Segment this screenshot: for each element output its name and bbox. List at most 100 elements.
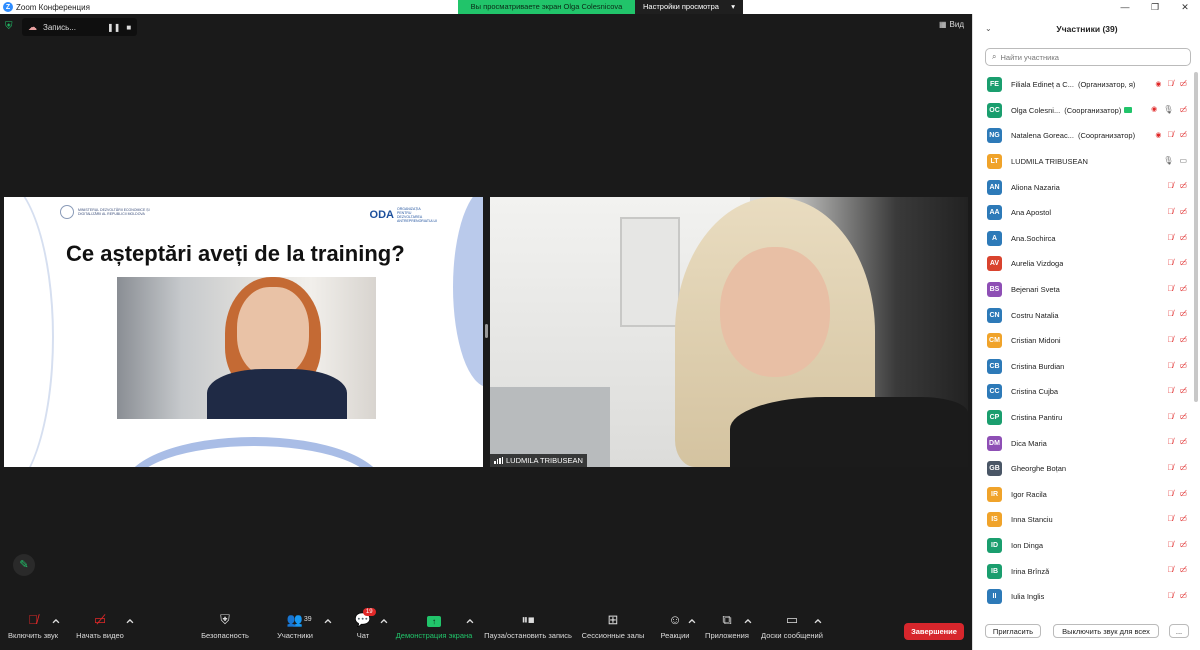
avatar: DM — [987, 435, 1002, 451]
pause-stop-icon: ⏸⏹ — [521, 612, 535, 627]
participant-search[interactable]: ⌕ — [985, 48, 1191, 66]
avatar: II — [987, 589, 1002, 605]
invite-button[interactable]: Пригласить — [985, 624, 1041, 638]
video-off-icon: ▭̸ — [1179, 104, 1187, 114]
participant-row[interactable]: FE Filiala Edineț a C... (Организатор, я) ◉… — [973, 72, 1191, 98]
collapse-chevron-icon[interactable]: ⌄ — [985, 24, 992, 33]
participant-row[interactable]: CN Costru Natalia 🎙̸ ▭̸ — [973, 302, 1191, 328]
video-off-icon: ▭̸ — [1179, 360, 1187, 370]
avatar: GB — [987, 461, 1002, 477]
participant-row[interactable]: CM Cristian Midoni 🎙̸ ▭̸ — [973, 328, 1191, 354]
participant-row[interactable]: OC Olga Colesni... (Соорганизатор) ◉ 🎙 ▭̸ — [973, 98, 1191, 124]
participant-row[interactable]: AA Ana Apostol 🎙̸ ▭̸ — [973, 200, 1191, 226]
view-settings-button[interactable]: Настройки просмотра ▾ — [635, 0, 743, 14]
participant-row[interactable]: CC Cristina Cujba 🎙̸ ▭̸ — [973, 379, 1191, 405]
participant-row[interactable]: CP Cristina Pantiru 🎙̸ ▭̸ — [973, 405, 1191, 431]
security-button[interactable]: ⛨ Безопасность — [200, 602, 250, 650]
participant-status: 🎙̸ ▭̸ — [1167, 565, 1187, 574]
window-title: Zoom Конференция — [16, 2, 90, 12]
mute-all-button[interactable]: Выключить звук для всех — [1053, 624, 1159, 638]
audio-options-chevron-icon[interactable]: ⌃ — [49, 602, 62, 650]
end-meeting-button[interactable]: Завершение — [904, 623, 964, 640]
avatar: CM — [987, 333, 1002, 349]
mic-off-icon: 🎙̸ — [1167, 565, 1174, 575]
participant-name: Iulia Inglis — [1011, 592, 1045, 602]
pencil-icon[interactable]: ✎ — [13, 554, 35, 576]
chat-options-chevron-icon[interactable]: ⌃ — [377, 602, 390, 650]
participants-list: FE Filiala Edineț a C... (Организатор, я) ◉… — [973, 72, 1191, 612]
participant-row[interactable]: NG Natalena Goreac... (Соорганизатор) ◉ 🎙̸ ▭̸ — [973, 123, 1191, 149]
participant-row[interactable]: BS Bejenari Sveta 🎙̸ ▭̸ — [973, 277, 1191, 303]
participant-row[interactable]: AN Aliona Nazaria 🎙̸ ▭̸ — [973, 174, 1191, 200]
reactions-options-chevron-icon[interactable]: ⌃ — [685, 602, 698, 650]
participant-row[interactable]: LT LUDMILA TRIBUSEAN 🎙 ▭ — [973, 149, 1191, 175]
minimize-icon[interactable]: — — [1110, 0, 1140, 14]
participant-row[interactable]: DM Dica Maria 🎙̸ ▭̸ — [973, 430, 1191, 456]
chat-button[interactable]: 💬 19 Чат — [354, 602, 376, 650]
apps-options-chevron-icon[interactable]: ⌃ — [741, 602, 754, 650]
avatar: ID — [987, 537, 1002, 553]
avatar: OC — [987, 102, 1002, 118]
pause-icon[interactable]: ❚❚ — [107, 23, 120, 32]
oda-logo: ODA ORGANIZAȚIA PENTRU DEZVOLTAREA ANTREP… — [370, 207, 437, 223]
mic-on-icon: 🎙 — [1163, 155, 1174, 165]
participants-scrollbar[interactable] — [1194, 72, 1198, 402]
pause-stop-recording-button[interactable]: ⏸⏹ Пауза/остановить запись — [483, 602, 573, 650]
ministry-header: MINISTERUL DEZVOLTĂRII ECONOMICE ȘI DIGI… — [60, 205, 168, 219]
participant-row[interactable]: IS Inna Stanciu 🎙̸ ▭̸ — [973, 507, 1191, 533]
whiteboard-icon: ▭ — [785, 612, 799, 627]
video-off-icon: ▭̸ — [1179, 437, 1187, 447]
close-icon[interactable]: ✕ — [1170, 0, 1200, 14]
split-view-handle[interactable] — [485, 324, 488, 338]
view-button[interactable]: ▦ Вид — [939, 20, 964, 29]
participant-name: Costru Natalia — [1011, 310, 1059, 320]
participants-button[interactable]: 👥 39 Участники — [276, 602, 314, 650]
coat-of-arms-icon — [60, 205, 74, 219]
share-options-chevron-icon[interactable]: ⌃ — [463, 602, 476, 650]
security-shield-icon: ⛨ — [220, 612, 230, 627]
whiteboards-options-chevron-icon[interactable]: ⌃ — [811, 602, 824, 650]
search-input[interactable] — [1000, 52, 1181, 62]
video-off-icon: ▭̸ — [1179, 411, 1187, 421]
participant-name: Bejenari Sveta — [1011, 285, 1060, 295]
participant-row[interactable]: II Iulia Inglis 🎙̸ ▭̸ — [973, 584, 1191, 610]
meeting-top-left: ⛨ ☁ Запись... ❚❚ ■ — [5, 18, 138, 36]
participant-row[interactable]: IR Igor Racila 🎙̸ ▭̸ — [973, 482, 1191, 508]
participant-row[interactable]: A Ana.Sochirca 🎙̸ ▭̸ — [973, 226, 1191, 252]
participant-name: Dica Maria — [1011, 438, 1047, 448]
participant-status: ◉ 🎙̸ ▭̸ — [1155, 130, 1187, 139]
participant-row[interactable]: AV Aurelia Vizdoga 🎙̸ ▭̸ — [973, 251, 1191, 277]
participant-row[interactable]: IB Irina Brînză 🎙̸ ▭̸ — [973, 558, 1191, 584]
participant-status: 🎙̸ ▭̸ — [1167, 181, 1187, 190]
chat-badge: 19 — [362, 608, 376, 616]
participant-video[interactable]: LUDMILA TRIBUSEAN — [490, 197, 968, 467]
restore-icon[interactable]: ❐ — [1140, 0, 1170, 14]
eye-icon: ◉ — [1155, 80, 1162, 88]
search-icon: ⌕ — [992, 52, 997, 61]
participant-name: LUDMILA TRIBUSEAN — [1011, 157, 1088, 167]
recording-indicator: ☁ Запись... ❚❚ ■ — [22, 18, 138, 36]
video-options-chevron-icon[interactable]: ⌃ — [123, 602, 136, 650]
slide-decor-arc — [124, 437, 384, 467]
more-options-button[interactable]: ... — [1169, 624, 1189, 638]
viewing-screen-label: Вы просматриваете экран Olga Colesnicova — [458, 0, 635, 14]
start-video-button[interactable]: ▭̸ Начать видео — [76, 602, 124, 650]
mic-off-icon: 🎙̸ — [1167, 590, 1174, 600]
breakout-rooms-button[interactable]: ⊞ Сессионные залы — [582, 602, 645, 650]
breakout-rooms-icon: ⊞ — [607, 612, 619, 627]
shield-icon[interactable]: ⛨ — [5, 21, 16, 33]
participant-status: 🎙̸ ▭̸ — [1167, 437, 1187, 446]
share-screen-button[interactable]: ↑ Демонстрация экрана — [396, 602, 472, 650]
stop-icon[interactable]: ■ — [126, 23, 131, 32]
avatar: AA — [987, 205, 1002, 221]
meeting-area: ⛨ ☁ Запись... ❚❚ ■ ▦ Вид MINISTERUL DEZV… — [0, 14, 972, 650]
avatar: LT — [987, 154, 1002, 170]
participants-options-chevron-icon[interactable]: ⌃ — [321, 602, 334, 650]
participant-row[interactable]: ID Ion Dinga 🎙̸ ▭̸ — [973, 533, 1191, 559]
participant-row[interactable]: CB Cristina Burdian 🎙̸ ▭̸ — [973, 354, 1191, 380]
mic-on-icon: 🎙 — [1163, 104, 1174, 114]
participant-role: (Организатор, я) — [1077, 80, 1136, 90]
participants-icon: 👥 39 — [286, 612, 312, 627]
participant-name: Ana.Sochirca — [1011, 233, 1056, 243]
participant-row[interactable]: GB Gheorghe Boțan 🎙̸ ▭̸ — [973, 456, 1191, 482]
